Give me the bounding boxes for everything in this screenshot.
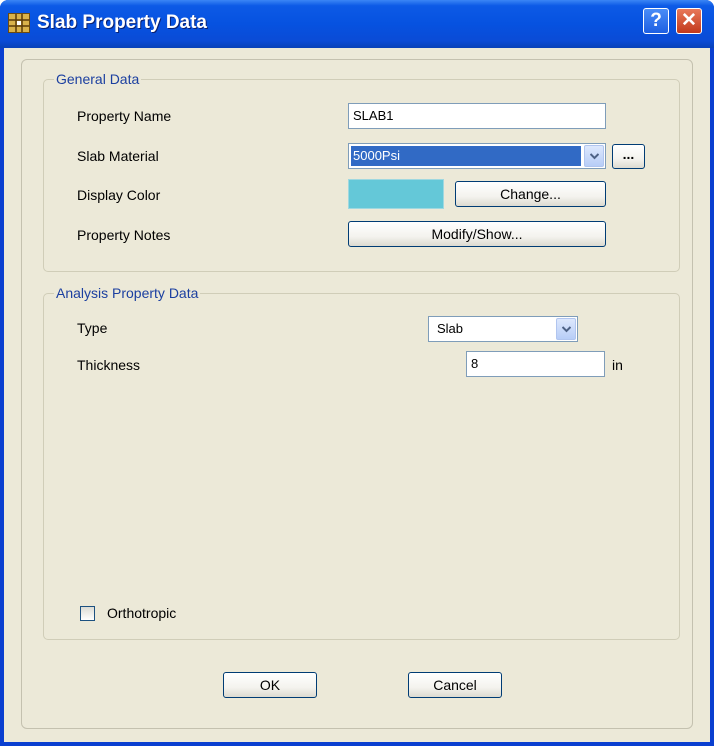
property-name-label: Property Name <box>77 108 172 124</box>
dialog-client-area: General Data Property Name SLAB1 Slab Ma… <box>4 48 710 742</box>
slab-material-select[interactable]: 5000Psi <box>348 143 606 169</box>
general-data-caption: General Data <box>54 71 142 87</box>
type-label: Type <box>77 320 108 336</box>
slab-material-label: Slab Material <box>77 148 159 164</box>
analysis-property-group: Analysis Property Data <box>43 285 680 640</box>
modify-show-button[interactable]: Modify/Show... <box>348 221 606 247</box>
type-value: Slab <box>437 321 464 336</box>
close-button[interactable]: ✕ <box>676 8 702 34</box>
orthotropic-label[interactable]: Orthotropic <box>107 605 176 621</box>
chevron-down-icon[interactable] <box>556 318 576 340</box>
thickness-label: Thickness <box>77 357 141 373</box>
change-color-button[interactable]: Change... <box>455 181 606 207</box>
cancel-button[interactable]: Cancel <box>408 672 502 698</box>
app-icon <box>8 13 30 33</box>
property-name-input[interactable]: SLAB1 <box>348 103 606 129</box>
dialog-window: Slab Property Data ? ✕ General Data Prop… <box>0 0 714 746</box>
thickness-input[interactable]: 8 <box>466 351 605 377</box>
display-color-swatch <box>348 179 444 209</box>
thickness-unit: in <box>612 357 623 373</box>
title-bar[interactable]: Slab Property Data ? ✕ <box>0 0 714 48</box>
analysis-property-caption: Analysis Property Data <box>54 285 201 301</box>
window-title: Slab Property Data <box>37 12 207 33</box>
help-button[interactable]: ? <box>643 8 669 34</box>
slab-material-value: 5000Psi <box>351 146 581 166</box>
type-select[interactable]: Slab <box>428 316 578 342</box>
ok-button[interactable]: OK <box>223 672 317 698</box>
chevron-down-icon[interactable] <box>584 145 604 167</box>
orthotropic-checkbox[interactable] <box>80 606 95 621</box>
display-color-label: Display Color <box>77 187 161 203</box>
material-browse-button[interactable]: ... <box>612 144 645 169</box>
property-notes-label: Property Notes <box>77 227 171 243</box>
